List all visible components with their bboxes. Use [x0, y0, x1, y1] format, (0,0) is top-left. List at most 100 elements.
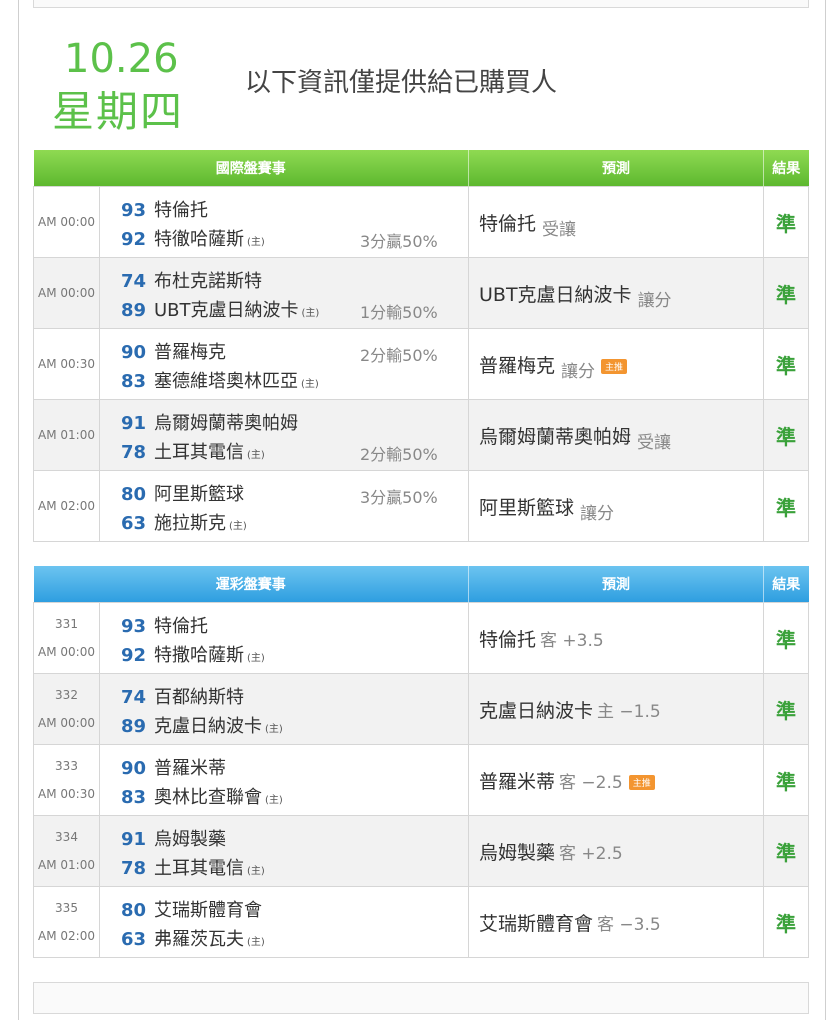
teams-cell: 91 烏姆製藥 78 土耳其電信 (主) [99, 815, 469, 887]
match-time: AM 00:30 [38, 357, 95, 371]
match-row: 332 AM 00:00 74 百都納斯特 89 克盧日納波卡 (主) 克盧日納波卡主 −1.… [33, 673, 809, 745]
result-cell: 準 [763, 399, 809, 471]
handicap-odds: 3分贏50% [360, 232, 438, 251]
team-line: 78 土耳其電信 (主) [118, 438, 265, 464]
time-cell: 334 AM 01:00 [33, 815, 100, 887]
match-time: AM 00:00 [38, 286, 95, 300]
team-line: 92 特徹哈薩斯 (主) [118, 225, 265, 251]
match-number: 332 [55, 688, 78, 702]
match-row: AM 00:00 93 特倫托 92 特徹哈薩斯 (主) 3分贏50% 特倫托 受讓準 [33, 186, 809, 258]
result-cell: 準 [763, 470, 809, 542]
team-line: 89 克盧日納波卡 (主) [118, 712, 283, 738]
time-cell: AM 00:00 [33, 257, 100, 329]
team-score: 83 [120, 371, 146, 392]
team-name: 弗羅茨瓦夫 [154, 929, 244, 950]
match-time: AM 01:00 [38, 858, 95, 872]
team-score: 63 [120, 929, 146, 950]
home-marker: (主) [301, 308, 320, 319]
result-cell: 準 [763, 257, 809, 329]
team-line: 83 塞德維塔奧林匹亞 (主) [118, 367, 319, 393]
home-marker: (主) [247, 450, 265, 461]
prediction-note: 讓分 [561, 361, 596, 382]
prediction-cell: 艾瑞斯體育會客 −3.5 [468, 886, 764, 958]
prediction-cell: 特倫托客 +3.5 [468, 602, 764, 674]
time-cell: AM 00:30 [33, 328, 100, 400]
team-line: 78 土耳其電信 (主) [118, 854, 265, 880]
home-marker: (主) [247, 937, 265, 948]
intl-prediction-header: 預測 [468, 150, 764, 187]
prediction-note: 客 +3.5 [540, 630, 604, 651]
prediction-note: 受讓 [637, 432, 672, 453]
team-name: 奧林比查聯會 [154, 787, 262, 808]
team-score: 74 [120, 687, 146, 708]
match-row: AM 02:00 80 阿里斯籃球 63 施拉斯克 (主) 3分贏50% 阿里斯籃球 讓分準 [33, 470, 809, 542]
prediction-note: 讓分 [580, 503, 615, 524]
team-name: 施拉斯克 [154, 513, 226, 534]
team-line: 80 阿里斯籃球 [118, 480, 244, 506]
team-name: 普羅米蒂 [154, 758, 226, 779]
team-line: 91 烏姆製藥 [118, 825, 226, 851]
team-name: 艾瑞斯體育會 [154, 900, 262, 921]
lottery-table: 運彩盤賽事 預測 結果 331 AM 00:00 93 特倫托 92 特撒哈薩斯 (主) 特倫… [33, 566, 809, 958]
match-number: 334 [55, 830, 78, 844]
team-score: 80 [120, 484, 146, 505]
match-row: AM 01:00 91 烏爾姆蘭蒂奧帕姆 78 土耳其電信 (主) 2分輸50% 烏爾姆蘭蒂奧… [33, 399, 809, 471]
prediction-note: 客 −3.5 [597, 914, 661, 935]
result-cell: 準 [763, 744, 809, 816]
team-score: 89 [120, 716, 146, 737]
team-score: 91 [120, 829, 146, 850]
team-line: 90 普羅米蒂 [118, 754, 226, 780]
date-label: 10.26 [64, 36, 179, 82]
prediction-cell: 普羅梅克 讓分 主推 [468, 328, 764, 400]
lottery-result-header: 結果 [763, 566, 809, 603]
team-line: 91 烏爾姆蘭蒂奧帕姆 [118, 409, 298, 435]
team-score: 78 [120, 858, 146, 879]
team-line: 89 UBT克盧日納波卡 (主) [118, 296, 319, 322]
team-name: 塞德維塔奧林匹亞 [154, 371, 298, 392]
match-time: AM 02:00 [38, 499, 95, 513]
team-line: 63 施拉斯克 (主) [118, 509, 247, 535]
match-row: 335 AM 02:00 80 艾瑞斯體育會 63 弗羅茨瓦夫 (主) 艾瑞斯體育會客 −3.… [33, 886, 809, 958]
team-name: 布杜克諾斯特 [154, 271, 262, 292]
prediction-cell: 克盧日納波卡主 −1.5 [468, 673, 764, 745]
team-line: 74 百都納斯特 [118, 683, 244, 709]
match-time: AM 00:00 [38, 645, 95, 659]
match-number: 331 [55, 617, 78, 631]
prediction-note: 客 +2.5 [559, 843, 623, 864]
featured-badge: 主推 [601, 358, 628, 374]
time-cell: AM 01:00 [33, 399, 100, 471]
team-name: 土耳其電信 [154, 858, 244, 879]
match-row: 333 AM 00:30 90 普羅米蒂 83 奧林比查聯會 (主) 普羅米蒂客 −2.5 主推… [33, 744, 809, 816]
prediction-note: 受讓 [542, 219, 577, 240]
match-number: 335 [55, 901, 78, 915]
result-cell: 準 [763, 186, 809, 258]
handicap-odds: 2分輸50% [360, 346, 438, 365]
international-table: 國際盤賽事 預測 結果 AM 00:00 93 特倫托 92 特徹哈薩斯 (主) 3分贏50… [33, 150, 809, 542]
teams-cell: 74 布杜克諾斯特 89 UBT克盧日納波卡 (主) 1分輸50% [99, 257, 469, 329]
teams-cell: 93 特倫托 92 特徹哈薩斯 (主) 3分贏50% [99, 186, 469, 258]
team-score: 92 [120, 645, 146, 666]
match-time: AM 00:00 [38, 215, 95, 229]
team-score: 89 [120, 300, 146, 321]
teams-cell: 80 艾瑞斯體育會 63 弗羅茨瓦夫 (主) [99, 886, 469, 958]
lottery-match-header: 運彩盤賽事 [33, 566, 469, 603]
team-score: 93 [120, 616, 146, 637]
time-cell: 331 AM 00:00 [33, 602, 100, 674]
top-panel-edge [33, 0, 809, 8]
match-time: AM 01:00 [38, 428, 95, 442]
prediction-team: 特倫托 [479, 628, 537, 651]
team-score: 83 [120, 787, 146, 808]
team-name: UBT克盧日納波卡 [154, 300, 299, 321]
match-time: AM 00:00 [38, 716, 95, 730]
lottery-header-row: 運彩盤賽事 預測 結果 [33, 566, 809, 603]
result-cell: 準 [763, 673, 809, 745]
prediction-team: 普羅梅克 [479, 354, 556, 377]
team-score: 80 [120, 900, 146, 921]
purchaser-notice: 以下資訊僅提供給已購買人 [245, 68, 558, 98]
intl-result-header: 結果 [763, 150, 809, 187]
result-cell: 準 [763, 815, 809, 887]
prediction-note: 客 −2.5 [559, 772, 623, 793]
weekday-label: 星期四 [52, 87, 185, 136]
prediction-cell: 阿里斯籃球 讓分 [468, 470, 764, 542]
time-cell: 332 AM 00:00 [33, 673, 100, 745]
